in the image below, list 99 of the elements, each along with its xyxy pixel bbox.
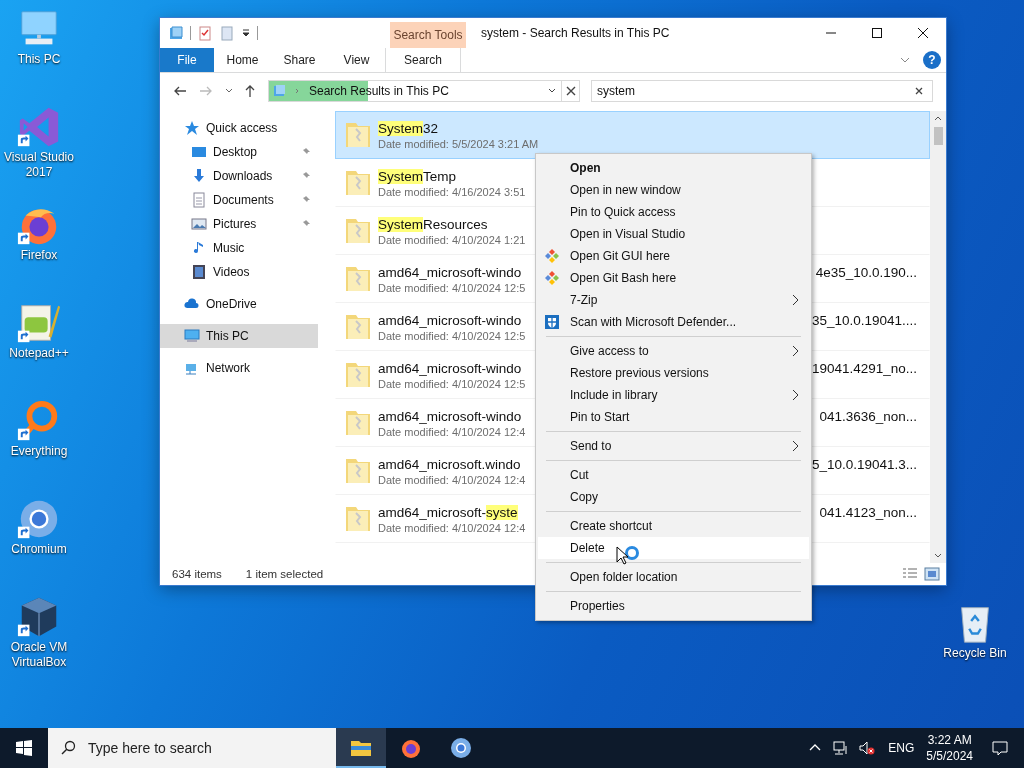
menu-item[interactable]: Give access to [538,340,809,362]
search-results-icon [271,83,287,99]
menu-item[interactable]: Open in Visual Studio [538,223,809,245]
nav-item[interactable]: Network [160,356,318,380]
scrollbar-thumb[interactable] [933,127,943,145]
menu-item[interactable]: Restore previous versions [538,362,809,384]
menu-item[interactable]: Open folder location [538,566,809,588]
address-bar[interactable]: Search Results in This PC [268,80,562,102]
context-tab-header: Search Tools [390,22,466,48]
menu-item[interactable]: Scan with Microsoft Defender... [538,311,809,333]
image-icon [191,216,207,232]
ribbon-tab[interactable]: View [328,48,385,72]
file-name: 35_10.0.19041.... [811,312,917,328]
address-text: Search Results in This PC [309,84,449,98]
menu-item[interactable]: Delete [538,537,809,559]
ribbon-tab[interactable]: Home [214,48,271,72]
selection-count: 1 item selected [245,568,324,580]
film-icon [191,264,207,280]
file-name: 041.3636_non... [819,408,917,424]
item-count: 634 items [172,568,222,580]
nav-item[interactable]: Pictures [160,212,318,236]
search-icon [60,740,76,756]
file-name: SystemResources [378,216,488,232]
document-icon [191,192,207,208]
network-icon[interactable] [833,740,850,756]
file-date: Date modified: 4/10/2024 12:5 [378,329,526,342]
clock-date[interactable]: 5/5/2024 [926,748,973,764]
close-icon [917,27,929,39]
large-icons-view-icon[interactable] [924,567,940,581]
computer-icon [184,328,200,344]
menu-item[interactable]: Create shortcut [538,515,809,537]
menu-item[interactable]: 7-Zip [538,289,809,311]
clear-search-icon[interactable] [914,86,924,96]
ribbon-tab[interactable]: File [160,48,214,72]
caret-icon[interactable] [241,28,251,38]
desktop-icon [191,144,207,160]
nav-item[interactable]: Music [160,236,318,260]
menu-item[interactable]: Open [538,157,809,179]
shield-icon [544,314,560,330]
file-name: 4e35_10.0.190... [815,264,917,280]
file-name: amd64_microsoft-windo [378,360,522,376]
menu-item[interactable]: Properties [538,595,809,617]
taskbar-search-field[interactable]: Type here to search [48,728,336,768]
file-date: Date modified: 4/10/2024 12:4 [378,425,526,438]
scrollbar[interactable] [930,111,946,563]
file-name: amd64_microsoft-windo [378,312,522,328]
file-name: amd64_microsoft-windo [378,408,522,424]
desktop-icon-label[interactable]: Oracle VM VirtualBox [0,640,78,670]
menu-item[interactable]: Pin to Start [538,406,809,428]
file-date: Date modified: 4/10/2024 1:21 [378,233,526,246]
maximize-icon [871,27,883,39]
windows-logo-icon [16,740,32,756]
properties-icon[interactable] [197,25,213,41]
file-date: Date modified: 4/10/2024 12:5 [378,377,526,390]
star-icon [184,120,200,136]
file-name: 19041.4291_no... [811,360,917,376]
menu-item[interactable]: Include in library [538,384,809,406]
menu-item[interactable]: Copy [538,486,809,508]
folder-icon[interactable] [168,25,184,41]
file-name: amd64_microsoft-windo [378,264,522,280]
file-date: Date modified: 5/5/2024 3:21 AM [378,137,539,150]
language-indicator[interactable]: ENG [888,741,915,755]
window-title: system - Search Results in This PC [481,26,670,40]
nav-item[interactable]: Desktop [160,140,318,164]
file-date: Date modified: 4/10/2024 12:4 [378,521,526,534]
file-date: Date modified: 4/10/2024 12:4 [378,473,526,486]
file-name: 041.4123_non... [819,504,917,520]
ribbon-tab[interactable]: Share [271,48,328,72]
clock-time[interactable]: 3:22 AM [927,732,972,748]
menu-item[interactable]: Cut [538,464,809,486]
nav-item[interactable]: Documents [160,188,318,212]
diamond-logo-icon [544,248,560,264]
file-date: Date modified: 4/10/2024 12:5 [378,281,526,294]
nav-item[interactable]: Downloads [160,164,318,188]
browser-icon [449,736,473,760]
notifications-icon[interactable] [992,740,1008,756]
close-icon [565,86,576,96]
desktop-icon-label[interactable]: Recycle Bin [943,646,1007,661]
desktop-icon-label[interactable]: Everything [10,444,68,459]
desktop-icon-label[interactable]: Chromium [11,542,67,557]
nav-item[interactable]: Quick access [160,116,318,140]
menu-item[interactable]: Open in new window [538,179,809,201]
taskbar-app-button[interactable] [336,728,386,768]
diamond-logo-icon [544,270,560,286]
file-name: 5_10.0.19041.3... [811,456,917,472]
stop-search-button[interactable] [562,80,580,102]
download-arrow-icon [191,168,207,184]
nav-item[interactable]: Videos [160,260,318,284]
help-button[interactable]: ? [923,51,941,69]
nav-item[interactable]: OneDrive [160,292,318,316]
search-field[interactable]: system [591,80,933,102]
breadcrumb-chevron-icon[interactable] [293,87,301,95]
ribbon-tab[interactable]: Search [385,48,461,72]
file-date: Date modified: 4/16/2024 3:51 [378,185,526,198]
volume-muted-icon[interactable] [859,740,876,756]
file-name: amd64_microsoft.windo [378,456,521,472]
menu-item[interactable]: Open Git Bash here [538,267,809,289]
nav-item[interactable]: This PC [160,324,318,348]
menu-item[interactable]: Send to [538,435,809,457]
